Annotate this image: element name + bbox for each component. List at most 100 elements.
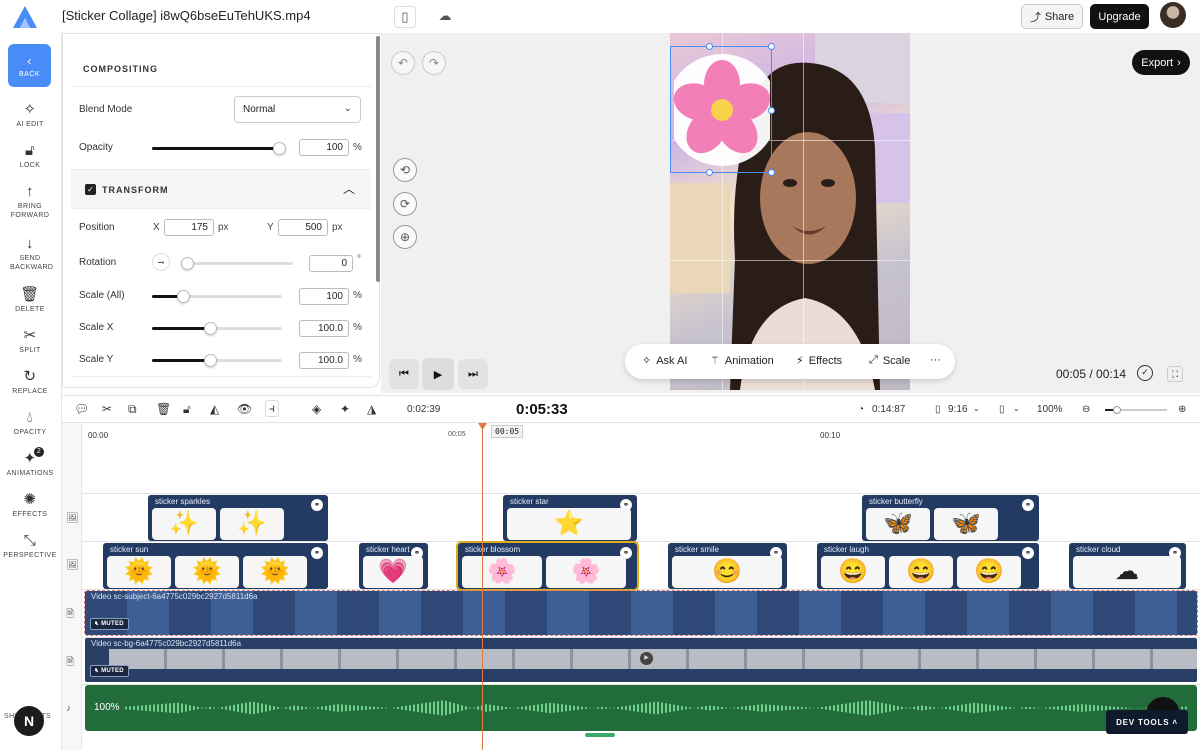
zoom-in-icon[interactable]: ⊕ bbox=[1178, 404, 1186, 415]
lock-icon[interactable]: 🔓︎ bbox=[183, 402, 191, 417]
scissors-icon[interactable]: ✂ bbox=[102, 402, 112, 416]
zoom-slider[interactable] bbox=[1105, 406, 1167, 414]
slider-knob[interactable] bbox=[176, 290, 190, 303]
chevron-down-icon[interactable]: ⌄ bbox=[973, 404, 980, 413]
rotation-dial-icon[interactable]: ⊸ bbox=[152, 253, 170, 271]
fill-icon[interactable]: ◭ bbox=[210, 402, 219, 416]
rotate-right-icon[interactable]: ⟳ bbox=[393, 192, 417, 216]
rotation-input[interactable]: 0 bbox=[309, 255, 353, 272]
sticker-clip[interactable]: sticker smile ⚭ 😊 bbox=[668, 543, 787, 589]
effects-button[interactable]: ⚡︎ Effects bbox=[796, 354, 842, 368]
slider-knob[interactable] bbox=[1113, 406, 1122, 414]
user-initial-button[interactable]: N bbox=[14, 706, 44, 736]
sticker-icon[interactable]: ◈ bbox=[312, 402, 321, 416]
scale-x-input[interactable]: 100.0 bbox=[299, 320, 349, 337]
sticker-clip[interactable]: sticker star ⚭ ⭐ bbox=[503, 495, 637, 541]
tool-animations[interactable]: ✦ 2 ANIMATIONS bbox=[0, 447, 60, 478]
skip-forward-button[interactable]: ⏭ bbox=[458, 359, 488, 389]
resize-handle[interactable] bbox=[706, 43, 713, 50]
more-icon[interactable]: ··· bbox=[930, 354, 941, 366]
tool-bring-forward[interactable]: ↑ BRING FORWARD bbox=[0, 183, 60, 220]
selection-box[interactable] bbox=[670, 43, 775, 176]
scale-all-input[interactable]: 100 bbox=[299, 288, 349, 305]
skip-back-button[interactable]: ⏮ bbox=[389, 359, 419, 389]
tool-split[interactable]: ✂ SPLIT bbox=[0, 327, 60, 355]
magic-icon[interactable]: ✦ bbox=[340, 402, 350, 416]
share-button[interactable]: ⤴ Share bbox=[1021, 4, 1083, 29]
eye-icon[interactable]: 👁︎ bbox=[237, 402, 252, 416]
link-icon[interactable]: ⚭ bbox=[311, 547, 323, 559]
upgrade-button[interactable]: Upgrade bbox=[1090, 4, 1149, 29]
aspect-ratio[interactable]: 9:16 bbox=[948, 404, 967, 415]
chevron-down-icon[interactable]: ⌄ bbox=[1013, 404, 1020, 413]
rotation-slider[interactable] bbox=[181, 257, 293, 270]
animation-button[interactable]: ⚚ Animation bbox=[710, 354, 774, 368]
blend-mode-select[interactable]: Normal ⌄ bbox=[234, 96, 361, 123]
video-subject-clip[interactable]: Video sc-subject-6a4775c029bc2927d5811d6… bbox=[84, 590, 1198, 636]
sticker-clip[interactable]: sticker heart ⚭ 💗 bbox=[359, 543, 428, 589]
play-button[interactable]: ▶ bbox=[422, 358, 454, 390]
scale-button[interactable]: ⤢ Scale bbox=[869, 354, 910, 367]
sticker-clip[interactable]: sticker sparkles ⚭ ✨ ✨ bbox=[148, 495, 328, 541]
trash-icon[interactable]: 🗑︎ bbox=[156, 402, 171, 416]
opacity-slider[interactable] bbox=[152, 142, 286, 155]
fullscreen-icon[interactable]: ⛶ bbox=[1167, 366, 1183, 382]
tool-perspective[interactable]: ⤡ PERSPECTIVE bbox=[0, 532, 60, 560]
resize-handle[interactable] bbox=[768, 169, 775, 176]
sticker-clip[interactable]: sticker butterfly ⚭ 🦋 🦋 bbox=[862, 495, 1039, 541]
zoom-out-icon[interactable]: ⊖ bbox=[1082, 404, 1090, 415]
resize-handle[interactable] bbox=[706, 169, 713, 176]
opacity-input[interactable]: 100 bbox=[299, 139, 349, 156]
sticker-clip-selected[interactable]: sticker blossom ⚭ 🌸 🌸 bbox=[456, 541, 639, 591]
position-y-input[interactable]: 500 bbox=[278, 219, 328, 236]
ask-ai-button[interactable]: ✧ Ask AI bbox=[642, 354, 687, 368]
sticker-clip[interactable]: sticker cloud ⚭ ☁ bbox=[1069, 543, 1186, 589]
position-x-input[interactable]: 175 bbox=[164, 219, 214, 236]
muted-badge[interactable]: 🔇︎ MUTED bbox=[90, 665, 129, 677]
link-icon[interactable]: ⚭ bbox=[1022, 499, 1034, 511]
copy-icon[interactable]: ⧉ bbox=[128, 402, 137, 417]
check-circle-icon[interactable]: ✓ bbox=[1137, 365, 1153, 381]
tool-replace[interactable]: ↻ REPLACE bbox=[0, 368, 60, 396]
resize-handle[interactable] bbox=[768, 43, 775, 50]
tool-ai-edit[interactable]: ✧ AI EDIT bbox=[0, 101, 60, 129]
rotate-left-icon[interactable]: ⟲ bbox=[393, 158, 417, 182]
slider-knob[interactable] bbox=[204, 354, 217, 367]
tool-effects[interactable]: ✺ EFFECTS bbox=[0, 491, 60, 519]
split-view-icon[interactable]: ⫞ bbox=[265, 400, 280, 417]
link-icon[interactable]: ⚭ bbox=[311, 499, 323, 511]
app-logo[interactable] bbox=[12, 5, 38, 29]
redo-icon[interactable]: ↷ bbox=[422, 51, 446, 75]
user-avatar[interactable] bbox=[1160, 2, 1186, 28]
transform-checkbox[interactable]: ✓ bbox=[85, 184, 96, 195]
paint-icon[interactable]: ◮ bbox=[367, 402, 376, 416]
scale-x-slider[interactable] bbox=[152, 322, 282, 335]
tool-delete[interactable]: 🗑︎ DELETE bbox=[0, 286, 60, 314]
cloud-icon[interactable]: ☁ bbox=[434, 5, 456, 27]
resize-handle[interactable] bbox=[768, 107, 775, 114]
back-button[interactable]: ‹ BACK bbox=[8, 44, 51, 87]
audio-clip[interactable]: 100% bbox=[85, 685, 1197, 731]
tool-send-backward[interactable]: ↓ SEND BACKWARD bbox=[0, 235, 60, 272]
device-icon[interactable]: ▯ bbox=[999, 404, 1005, 415]
comment-icon[interactable]: 💬︎ bbox=[74, 402, 89, 416]
tool-lock[interactable]: 🔓︎ LOCK bbox=[0, 142, 60, 170]
slider-knob[interactable] bbox=[272, 142, 286, 155]
link-icon[interactable]: ⚭ bbox=[1022, 547, 1034, 559]
export-button[interactable]: Export › bbox=[1132, 50, 1190, 75]
slider-knob[interactable] bbox=[204, 322, 217, 335]
panel-scrollbar[interactable] bbox=[376, 36, 380, 282]
scale-all-slider[interactable] bbox=[152, 290, 282, 303]
sticker-clip[interactable]: sticker sun ⚭ 🌞 🌞 🌞 bbox=[103, 543, 328, 589]
scale-y-slider[interactable] bbox=[152, 354, 282, 367]
play-icon[interactable]: ▶ bbox=[640, 652, 653, 665]
undo-icon[interactable]: ↶ bbox=[391, 51, 415, 75]
toggle-panel-icon[interactable]: ▯ bbox=[394, 6, 416, 28]
chevron-up-icon[interactable]: ︿ bbox=[343, 180, 355, 197]
sticker-clip[interactable]: sticker laugh ⚭ 😄 😄 😄 bbox=[817, 543, 1039, 589]
crosshair-icon[interactable]: ⊕ bbox=[393, 225, 417, 249]
video-canvas[interactable] bbox=[670, 33, 910, 390]
playhead-handle[interactable] bbox=[478, 423, 487, 430]
muted-badge[interactable]: 🔇︎ MUTED bbox=[90, 618, 129, 630]
slider-knob[interactable] bbox=[181, 257, 194, 270]
